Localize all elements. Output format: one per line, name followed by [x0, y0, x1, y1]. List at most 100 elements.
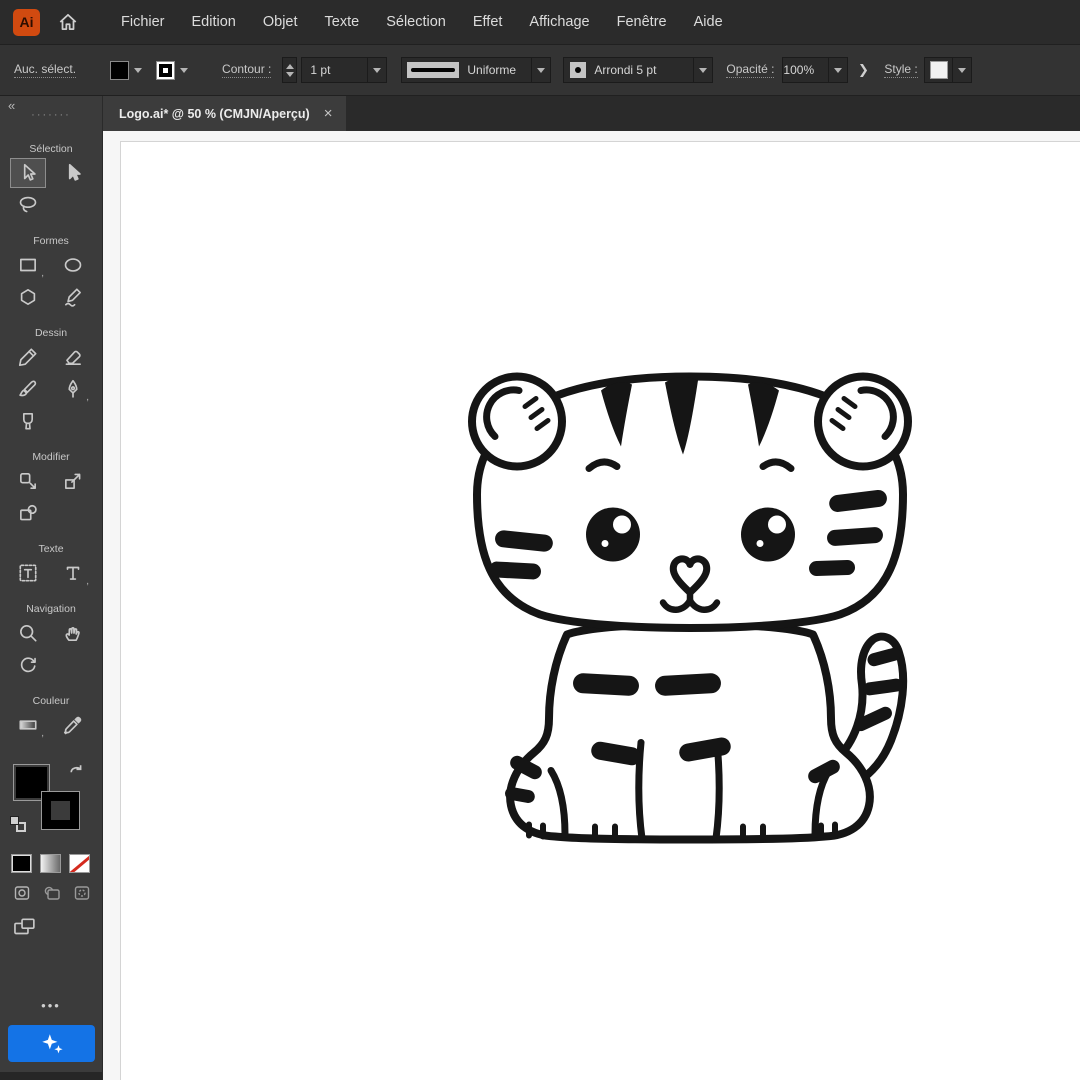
ellipse-icon: [62, 254, 84, 276]
direct-selection-tool[interactable]: [10, 158, 46, 188]
lasso-tool[interactable]: [10, 190, 46, 220]
menu-objet[interactable]: Objet: [263, 14, 298, 30]
stroke-weight-dropdown[interactable]: 1 pt: [301, 57, 387, 83]
direct-selection-icon: [17, 162, 39, 184]
stroke-color-control[interactable]: [156, 61, 188, 80]
width-profile-dropdown[interactable]: Uniforme: [401, 57, 551, 83]
style-label[interactable]: Style :: [884, 62, 917, 78]
section-couleur-label: Couleur: [0, 695, 102, 707]
more-tools-button[interactable]: •••: [0, 998, 102, 1013]
chevron-down-icon: [134, 68, 142, 73]
draw-inside-icon[interactable]: [71, 883, 93, 903]
free-transform-tool[interactable]: [10, 466, 46, 496]
tiger-artwork[interactable]: [455, 339, 925, 864]
blob-brush-tool[interactable]: [10, 406, 46, 436]
paintbrush-tool[interactable]: [10, 374, 46, 404]
section-dessin-label: Dessin: [0, 327, 102, 339]
scale-tool[interactable]: [55, 466, 91, 496]
hand-icon: [62, 622, 84, 644]
close-tab-icon[interactable]: ×: [324, 105, 333, 122]
eyedropper-tool[interactable]: [55, 710, 91, 740]
panel-footer: [0, 1072, 102, 1080]
free-transform-icon: [17, 470, 39, 492]
hand-tool[interactable]: [55, 618, 91, 648]
zoom-tool[interactable]: [10, 618, 46, 648]
expand-options-button[interactable]: ❯: [854, 57, 872, 83]
menu-edition[interactable]: Edition: [192, 14, 236, 30]
menu-fenetre[interactable]: Fenêtre: [617, 14, 667, 30]
collapse-panel-button[interactable]: «: [8, 98, 15, 113]
eraser-tool[interactable]: [55, 342, 91, 372]
chevron-down-icon: [537, 68, 545, 73]
menu-selection[interactable]: Sélection: [386, 14, 446, 30]
pen-icon: [62, 378, 84, 400]
menu-aide[interactable]: Aide: [694, 14, 723, 30]
stroke-label[interactable]: Contour :: [222, 62, 271, 78]
none-button[interactable]: [69, 854, 90, 873]
document-tab-bar: Logo.ai* @ 50 % (CMJN/Aperçu) ×: [103, 96, 1080, 131]
eraser-icon: [62, 346, 84, 368]
drawing-mode-buttons: [0, 883, 102, 903]
section-formes-label: Formes: [0, 235, 102, 247]
polygon-tool[interactable]: [10, 282, 46, 312]
eyedropper-icon: [62, 714, 84, 736]
pencil-tool[interactable]: [10, 342, 46, 372]
stroke-weight-stepper[interactable]: [282, 57, 297, 83]
fill-swatch[interactable]: [110, 61, 129, 80]
lasso-icon: [17, 194, 39, 216]
brush-dropdown[interactable]: Arrondi 5 pt: [563, 57, 713, 83]
rectangle-tool[interactable]: ,: [10, 250, 46, 280]
stroke-swatch[interactable]: [156, 61, 175, 80]
ellipse-tool[interactable]: [55, 250, 91, 280]
selection-status[interactable]: Auc. sélect.: [14, 62, 76, 78]
panel-grip[interactable]: ·······: [31, 110, 71, 120]
gradient-tool[interactable]: ,: [10, 710, 46, 740]
color-type-buttons: [0, 854, 102, 873]
touch-type-tool[interactable]: [10, 558, 46, 588]
selection-tool[interactable]: [55, 158, 91, 188]
opacity-label[interactable]: Opacité :: [726, 62, 774, 78]
home-button[interactable]: [57, 11, 79, 33]
swap-colors-icon[interactable]: [68, 762, 86, 780]
shaper-tool[interactable]: [55, 282, 91, 312]
menubar: Ai Fichier Edition Objet Texte Sélection…: [0, 0, 1080, 44]
selection-icon: [62, 162, 84, 184]
screen-mode-icon[interactable]: [12, 915, 38, 939]
menu-texte[interactable]: Texte: [325, 14, 360, 30]
opacity-field[interactable]: 100%: [782, 57, 848, 83]
rotate-view-icon: [17, 654, 39, 676]
blob-brush-icon: [17, 410, 39, 432]
uniform-profile-preview: [407, 62, 459, 78]
chevron-up-icon: [286, 64, 294, 69]
pen-tool[interactable]: ,: [55, 374, 91, 404]
generative-ai-button[interactable]: [8, 1025, 95, 1062]
type-icon: [62, 562, 84, 584]
chevron-down-icon: [180, 68, 188, 73]
type-tool[interactable]: ,: [55, 558, 91, 588]
document-tab[interactable]: Logo.ai* @ 50 % (CMJN/Aperçu) ×: [103, 96, 346, 131]
style-dropdown[interactable]: [924, 57, 972, 83]
rotate-view-tool[interactable]: [10, 650, 46, 680]
shape-builder-tool[interactable]: [10, 498, 46, 528]
chevron-down-icon: [286, 72, 294, 77]
pencil-icon: [17, 346, 39, 368]
round-brush-preview: [570, 62, 586, 78]
menu-fichier[interactable]: Fichier: [121, 14, 165, 30]
draw-normal-icon[interactable]: [11, 883, 33, 903]
menu-effet[interactable]: Effet: [473, 14, 503, 30]
default-colors-icon[interactable]: [10, 816, 26, 832]
color-button[interactable]: [11, 854, 32, 873]
fill-color-control[interactable]: [110, 61, 142, 80]
style-swatch: [930, 61, 948, 79]
gradient-button[interactable]: [40, 854, 61, 873]
menu-affichage[interactable]: Affichage: [529, 14, 589, 30]
tools-panel: « ······· Sélection Formes , Dessin: [0, 96, 103, 1080]
stroke-color-indicator[interactable]: [42, 792, 79, 829]
illustrator-logo-icon[interactable]: Ai: [13, 9, 40, 36]
document-tab-title: Logo.ai* @ 50 % (CMJN/Aperçu): [119, 107, 310, 121]
scale-icon: [62, 470, 84, 492]
paintbrush-icon: [17, 378, 39, 400]
polygon-icon: [17, 286, 39, 308]
draw-behind-icon[interactable]: [41, 883, 63, 903]
canvas-area[interactable]: [103, 131, 1080, 1080]
